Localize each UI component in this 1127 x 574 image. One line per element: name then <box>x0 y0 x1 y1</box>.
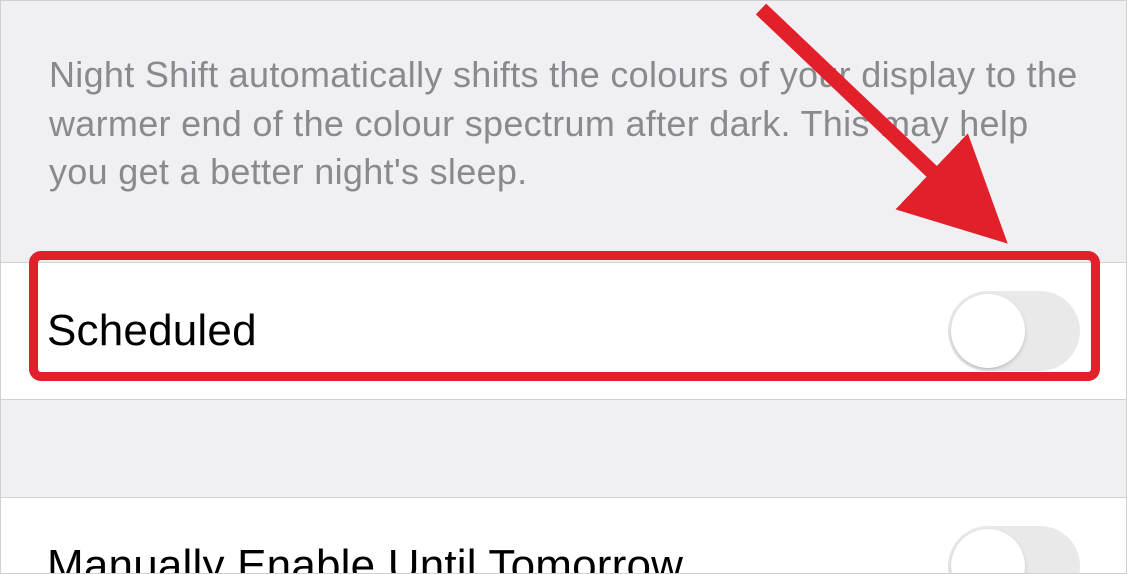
scheduled-label: Scheduled <box>47 306 257 356</box>
night-shift-description: Night Shift automatically shifts the col… <box>1 1 1126 262</box>
section-spacer <box>1 400 1126 497</box>
toggle-knob <box>951 529 1025 574</box>
toggle-knob <box>951 294 1025 368</box>
manual-enable-toggle[interactable] <box>948 526 1080 574</box>
scheduled-row[interactable]: Scheduled <box>1 262 1126 400</box>
scheduled-toggle[interactable] <box>948 291 1080 371</box>
manual-enable-row[interactable]: Manually Enable Until Tomorrow <box>1 497 1126 574</box>
manual-enable-label: Manually Enable Until Tomorrow <box>47 541 683 574</box>
